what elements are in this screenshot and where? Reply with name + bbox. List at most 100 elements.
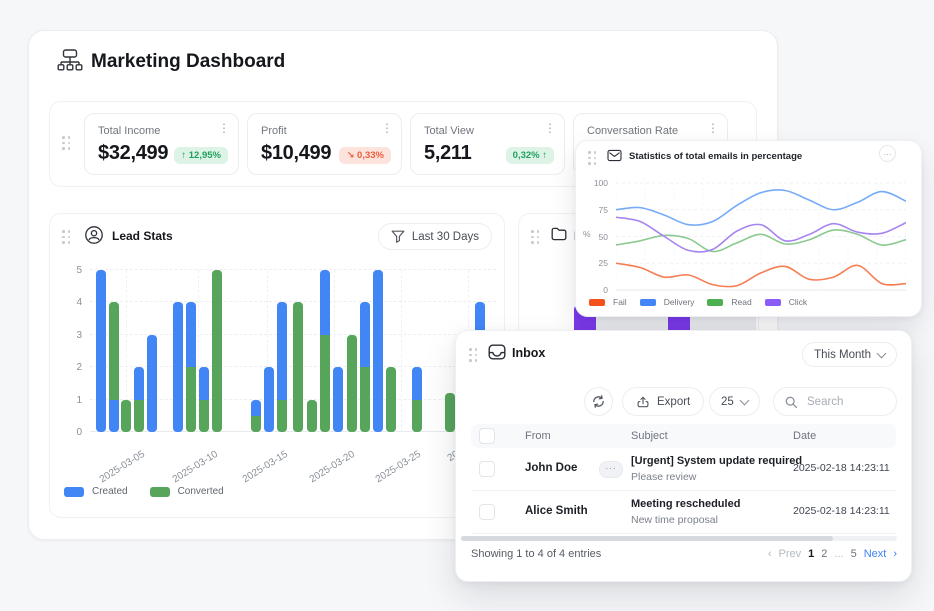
- legend-swatch: [64, 487, 84, 497]
- bar-segment-created: [134, 367, 144, 399]
- page-title: Marketing Dashboard: [91, 48, 285, 76]
- email-stats-card: Statistics of total emails in percentage…: [575, 140, 922, 317]
- bar-segment-created: [109, 400, 119, 432]
- stat-value: 5,211: [424, 142, 471, 165]
- next-control[interactable]: Next: [864, 548, 887, 560]
- cell-from: Alice Smith: [525, 505, 588, 517]
- ellipsis-menu-button[interactable]: …: [879, 145, 896, 162]
- cell-subject: Meeting rescheduled: [631, 498, 740, 510]
- prev-control[interactable]: Prev: [779, 548, 802, 560]
- stat-card-profit: Profit⋮$10,499↘ 0,33%: [247, 113, 402, 175]
- table-body: John Doe···[Urgent] System update requir…: [471, 448, 896, 534]
- select-all-checkbox[interactable]: [479, 428, 495, 444]
- legend-label: Fail: [613, 297, 627, 307]
- stat-label: Profit: [261, 125, 287, 137]
- search-input[interactable]: [805, 395, 889, 409]
- filter-button[interactable]: Last 30 Days: [378, 223, 492, 250]
- pagination: ‹Prev12...5Next›: [768, 548, 897, 560]
- legend-item-created[interactable]: Created: [64, 486, 128, 497]
- table-row[interactable]: Alice SmithMeeting rescheduledNew time p…: [471, 491, 896, 534]
- row-checkbox[interactable]: [479, 504, 495, 520]
- stat-value: $32,499: [98, 142, 168, 165]
- bar-segment-converted: [412, 400, 422, 432]
- bar-segment-converted: [277, 400, 287, 432]
- trend-badge: ↘ 0,33%: [339, 147, 391, 164]
- inbox-icon: [488, 344, 506, 360]
- period-dropdown[interactable]: This Month: [802, 342, 897, 367]
- legend-item-delivery[interactable]: Delivery: [640, 297, 695, 307]
- y-tick-label: 1: [76, 395, 82, 406]
- legend-item-fail[interactable]: Fail: [589, 297, 627, 307]
- kebab-menu-icon[interactable]: ⋮: [544, 121, 556, 135]
- legend-label: Converted: [178, 486, 224, 497]
- refresh-button[interactable]: [584, 387, 613, 416]
- y-tick-label: 25: [599, 258, 608, 268]
- legend-swatch: [765, 299, 781, 306]
- kebab-menu-icon[interactable]: ⋮: [381, 121, 393, 135]
- trend-badge: ↑ 12,95%: [174, 147, 228, 164]
- page-2[interactable]: 2: [821, 548, 827, 560]
- stat-card-total-view: Total View⋮5,2110,32% ↑: [410, 113, 565, 175]
- --control[interactable]: ›: [893, 548, 897, 560]
- gridline: [90, 301, 496, 302]
- entries-summary: Showing 1 to 4 of 4 entries: [471, 548, 601, 560]
- table-row[interactable]: John Doe···[Urgent] System update requir…: [471, 448, 896, 491]
- bar-segment-created: [199, 367, 209, 399]
- email-line-chart: [616, 176, 906, 294]
- drag-handle[interactable]: [588, 151, 597, 165]
- y-tick-label: 2: [76, 362, 82, 373]
- page-5[interactable]: 5: [851, 548, 857, 560]
- --control[interactable]: ‹: [768, 548, 772, 560]
- stat-label: Total Income: [98, 125, 160, 137]
- legend-item-click[interactable]: Click: [765, 297, 807, 307]
- legend-item-converted[interactable]: Converted: [150, 486, 224, 497]
- legend-label: Delivery: [664, 297, 695, 307]
- lead-stats-widget: Lead Stats Last 30 Days 012345 2025-03-0…: [49, 213, 505, 518]
- drag-handle[interactable]: [469, 348, 478, 362]
- x-tick-label: 2025-03-20: [292, 449, 357, 495]
- drag-handle[interactable]: [62, 230, 71, 244]
- bar-segment-created: [186, 302, 196, 367]
- bar-segment-created: [173, 302, 183, 432]
- screen: Marketing Dashboard Total Income ⋮ $32,499…: [0, 0, 934, 611]
- lead-chart-x-axis: 2025-03-052025-03-102025-03-152025-03-20…: [90, 440, 496, 474]
- legend-swatch: [589, 299, 605, 306]
- export-button[interactable]: Export: [622, 387, 704, 416]
- email-chart-y-axis: 1007550250: [590, 176, 608, 294]
- legend-label: Created: [92, 486, 128, 497]
- page-size-dropdown[interactable]: 25: [709, 387, 760, 416]
- search-field[interactable]: [773, 387, 897, 416]
- lead-chart-plot: [90, 270, 496, 432]
- kebab-menu-icon[interactable]: ⋮: [218, 121, 230, 135]
- bar-segment-created: [333, 367, 343, 432]
- row-checkbox[interactable]: [479, 461, 495, 477]
- bar-segment-created: [320, 270, 330, 335]
- stat-card-total-income: Total Income ⋮ $32,499 ↑ 12,95%: [84, 113, 239, 175]
- y-tick-label: 4: [76, 297, 82, 308]
- bar-segment-converted: [347, 335, 357, 432]
- scrollbar-thumb[interactable]: [461, 536, 833, 541]
- bar-segment-created: [360, 302, 370, 367]
- bar-segment-created: [251, 400, 261, 416]
- page-current[interactable]: 1: [808, 548, 814, 560]
- drag-handle[interactable]: [531, 230, 540, 244]
- widget-title: Lead Stats: [112, 229, 173, 243]
- bar-segment-converted: [109, 302, 119, 399]
- chevron-down-icon: [739, 395, 749, 405]
- drag-handle[interactable]: [62, 136, 71, 150]
- y-tick-label: 100: [594, 178, 608, 188]
- legend-item-read[interactable]: Read: [707, 297, 751, 307]
- bar-segment-created: [96, 270, 106, 432]
- search-icon: [784, 395, 798, 409]
- cell-subject: [Urgent] System update required: [631, 455, 802, 467]
- folder-icon: [551, 227, 567, 241]
- stat-label: Total View: [424, 125, 474, 137]
- row-actions-menu[interactable]: ···: [599, 461, 623, 478]
- legend-swatch: [707, 299, 723, 306]
- bar-segment-converted: [445, 393, 455, 432]
- gridline: [90, 269, 496, 270]
- kebab-menu-icon[interactable]: ⋮: [707, 121, 719, 135]
- y-tick-label: 0: [76, 427, 82, 438]
- bar-segment-converted: [320, 335, 330, 432]
- bar-segment-converted: [212, 270, 222, 432]
